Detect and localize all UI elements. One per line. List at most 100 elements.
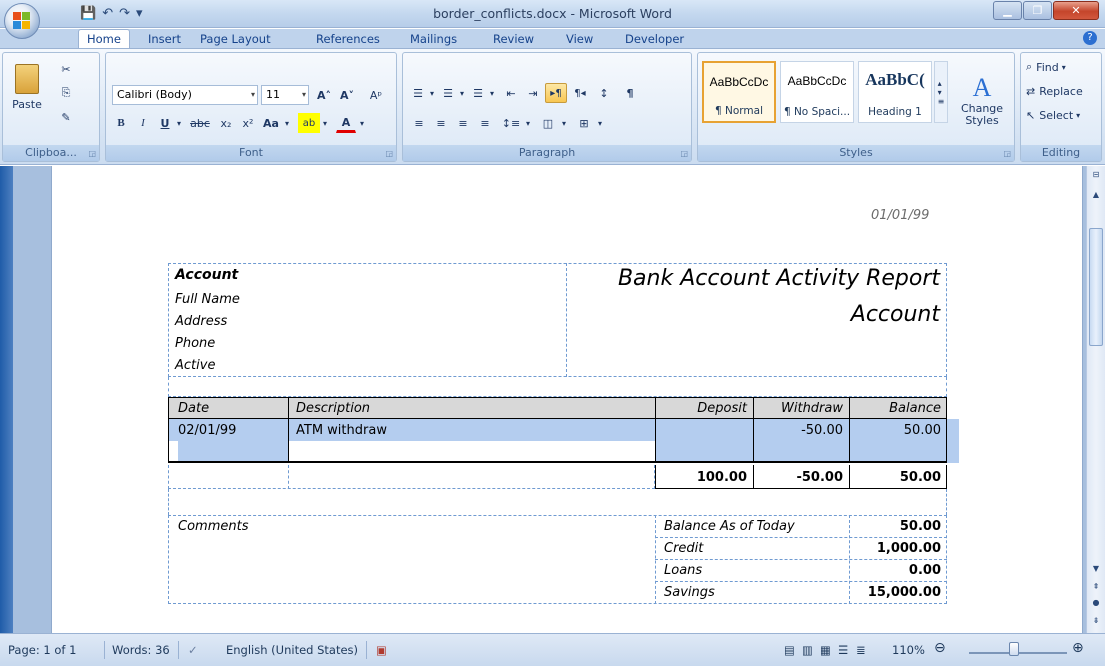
view-full-screen-icon[interactable]: ▥ — [802, 643, 813, 657]
minimize-button[interactable]: ▁ — [993, 1, 1022, 20]
view-print-layout-icon[interactable]: ▤ — [784, 643, 795, 657]
zoom-in-icon[interactable]: ⊕ — [1072, 640, 1084, 656]
format-painter-icon[interactable]: ✎ — [55, 107, 77, 127]
paste-button[interactable]: Paste — [7, 57, 47, 117]
tab-insert[interactable]: Insert — [148, 31, 181, 48]
grow-font-button[interactable]: A˄ — [313, 85, 335, 105]
zoom-out-icon[interactable]: ⊖ — [934, 640, 946, 656]
copy-icon[interactable]: ⎘ — [55, 83, 77, 103]
increase-indent-button[interactable]: ⇥ — [523, 83, 543, 103]
replace-button[interactable]: ⇄ Replace — [1025, 81, 1097, 101]
line-spacing-dropdown[interactable]: ▾ — [523, 113, 533, 133]
bold-button[interactable]: B — [112, 113, 130, 133]
style-no-spacing[interactable]: AaBbCcDc ¶ No Spaci... — [780, 61, 854, 123]
tab-review[interactable]: Review — [493, 31, 534, 48]
tab-home[interactable]: Home — [78, 29, 130, 49]
font-size-combo[interactable]: 11 ▾ — [261, 85, 309, 105]
zoom-level[interactable]: 110% — [892, 643, 925, 657]
styles-scroll[interactable]: ▴ ▾ ≡ — [934, 61, 948, 123]
subscript-button[interactable]: x₂ — [216, 113, 236, 133]
underline-button[interactable]: U — [156, 113, 174, 133]
italic-button[interactable]: I — [134, 113, 152, 133]
highlight-dropdown[interactable]: ▾ — [320, 113, 330, 133]
multilevel-list-button[interactable]: ☰ — [469, 83, 487, 103]
page-count[interactable]: Page: 1 of 1 — [8, 643, 76, 657]
show-hide-button[interactable]: ¶ — [619, 83, 641, 103]
change-styles-button[interactable]: A Change Styles — [954, 57, 1010, 143]
rtl-button[interactable]: ¶◂ — [569, 83, 591, 103]
style-heading-1[interactable]: AaBbC( Heading 1 — [858, 61, 932, 123]
shading-dropdown[interactable]: ▾ — [559, 113, 569, 133]
proofing-icon[interactable]: ✓ — [188, 643, 198, 657]
align-center-button[interactable]: ≡ — [431, 113, 451, 133]
change-case-dropdown[interactable]: ▾ — [282, 113, 292, 133]
font-color-button[interactable]: A — [336, 113, 356, 133]
numbering-dropdown[interactable]: ▾ — [457, 83, 467, 103]
view-outline-icon[interactable]: ☰ — [838, 643, 848, 657]
styles-group: AaBbCcDc ¶ Normal AaBbCcDc ¶ No Spaci...… — [697, 52, 1015, 162]
dialog-launcher-icon[interactable]: ◲ — [680, 149, 688, 158]
shading-button[interactable]: ◫ — [537, 113, 559, 133]
tab-references[interactable]: References — [316, 31, 380, 48]
find-button[interactable]: ⌕ Find ▾ — [1025, 57, 1097, 77]
tab-developer[interactable]: Developer — [625, 31, 684, 48]
bullets-dropdown[interactable]: ▾ — [427, 83, 437, 103]
underline-dropdown[interactable]: ▾ — [174, 113, 184, 133]
paragraph-group-label: Paragraph — [403, 145, 691, 161]
clear-formatting-button[interactable]: Aᵖ — [364, 85, 388, 105]
column-header-deposit: Deposit — [697, 401, 747, 416]
highlight-button[interactable]: ab — [298, 113, 320, 133]
tab-mailings[interactable]: Mailings — [410, 31, 457, 48]
numbering-button[interactable]: ☰ — [439, 83, 457, 103]
clipboard-group-label: Clipboa... — [3, 145, 99, 161]
vertical-scrollbar[interactable]: ⊟ ▲ ▼ ⇞ ● ⇟ — [1086, 166, 1105, 633]
dialog-launcher-icon[interactable]: ◲ — [1003, 149, 1011, 158]
cut-icon[interactable]: ✂ — [55, 59, 77, 79]
font-color-dropdown[interactable]: ▾ — [357, 113, 367, 133]
borders-button[interactable]: ⊞ — [573, 113, 595, 133]
dialog-launcher-icon[interactable]: ◲ — [385, 149, 393, 158]
document-page[interactable]: 01/01/99 Account Full Name Address Phone… — [51, 166, 1083, 633]
view-web-layout-icon[interactable]: ▦ — [820, 643, 831, 657]
previous-page-icon[interactable]: ⇞ — [1089, 580, 1103, 594]
view-ruler-icon[interactable]: ⊟ — [1089, 168, 1103, 182]
maximize-button[interactable]: ❐ — [1023, 1, 1052, 20]
tab-page-layout[interactable]: Page Layout — [200, 31, 271, 48]
superscript-button[interactable]: x² — [238, 113, 258, 133]
dialog-launcher-icon[interactable]: ◲ — [88, 149, 96, 158]
close-button[interactable]: ✕ — [1053, 1, 1099, 20]
zoom-slider-thumb[interactable] — [1009, 642, 1019, 656]
office-button[interactable] — [4, 3, 40, 39]
strikethrough-button[interactable]: abc — [186, 113, 214, 133]
word-count[interactable]: Words: 36 — [112, 643, 170, 657]
language[interactable]: English (United States) — [226, 643, 358, 657]
select-button[interactable]: ↖ Select ▾ — [1025, 105, 1097, 125]
style-normal[interactable]: AaBbCcDc ¶ Normal — [702, 61, 776, 123]
line-spacing-button[interactable]: ↕≡ — [499, 113, 523, 133]
tab-view[interactable]: View — [566, 31, 593, 48]
report-subtitle: Account — [850, 302, 940, 327]
justify-button[interactable]: ≡ — [475, 113, 495, 133]
scroll-down-icon[interactable]: ▼ — [1089, 562, 1103, 576]
macro-record-icon[interactable]: ▣ — [376, 643, 387, 657]
scroll-up-icon[interactable]: ▲ — [1089, 188, 1103, 202]
align-right-button[interactable]: ≡ — [453, 113, 473, 133]
bullets-button[interactable]: ☰ — [409, 83, 427, 103]
view-draft-icon[interactable]: ≣ — [856, 643, 866, 657]
help-icon[interactable]: ? — [1083, 31, 1097, 45]
multilevel-list-dropdown[interactable]: ▾ — [487, 83, 497, 103]
align-left-button[interactable]: ≡ — [409, 113, 429, 133]
borders-dropdown[interactable]: ▾ — [595, 113, 605, 133]
font-group: Calibri (Body) ▾ 11 ▾ A˄ A˅ Aᵖ B I U ▾ abc… — [105, 52, 397, 162]
sort-button[interactable]: ↕ — [593, 83, 615, 103]
clipboard-group: Paste ✂ ⎘ ✎ Clipboa... ◲ — [2, 52, 100, 162]
font-family-combo[interactable]: Calibri (Body) ▾ — [112, 85, 258, 105]
shrink-font-button[interactable]: A˅ — [336, 85, 358, 105]
decrease-indent-button[interactable]: ⇤ — [501, 83, 521, 103]
scroll-thumb[interactable] — [1089, 228, 1103, 346]
browse-object-icon[interactable]: ● — [1089, 596, 1103, 610]
next-page-icon[interactable]: ⇟ — [1089, 614, 1103, 628]
change-case-button[interactable]: Aa — [260, 113, 282, 133]
ltr-button[interactable]: ▸¶ — [545, 83, 567, 103]
cell-description: ATM withdraw — [296, 423, 387, 438]
